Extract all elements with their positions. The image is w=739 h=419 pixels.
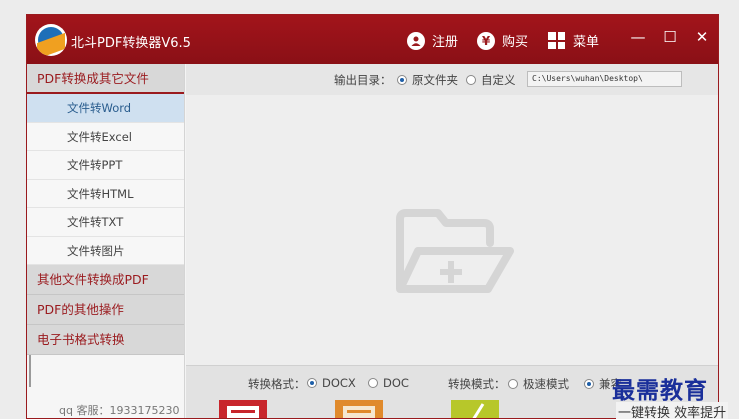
radio-mode-fast[interactable]: 极速模式 — [508, 376, 569, 392]
app-title: 北斗PDF转换器V6.5 — [71, 36, 191, 51]
doc-label: DOC — [383, 376, 409, 390]
app-window: 北斗PDF转换器V6.5 注册 ¥ 购买 菜单 — ☐ ✕ PDF转换成其它文件… — [26, 14, 719, 419]
maximize-button[interactable]: ☐ — [661, 28, 679, 46]
menu-button[interactable]: 菜单 — [548, 31, 599, 50]
fast-mode-label: 极速模式 — [523, 377, 569, 391]
user-icon — [407, 31, 425, 50]
output-path-field[interactable]: C:\Users\wuhan\Desktop\ — [527, 71, 682, 87]
menu-label: 菜单 — [573, 35, 600, 50]
category-pdf-to-other[interactable]: PDF转换成其它文件 — [27, 64, 184, 94]
radio-source-label: 原文件夹 — [412, 73, 458, 87]
close-button[interactable]: ✕ — [693, 28, 711, 46]
qq-support-text: qq 客服：1933175230 — [59, 404, 180, 417]
output-directory-bar: 输出目录： 原文件夹 自定义 C:\Users\wuhan\Desktop\ — [186, 64, 718, 95]
sidebar-item-to-image[interactable]: 文件转图片 — [27, 236, 184, 265]
main-panel: 输出目录： 原文件夹 自定义 C:\Users\wuhan\Desktop\ 转… — [186, 64, 718, 419]
minimize-button[interactable]: — — [629, 28, 647, 46]
add-folder-icon — [396, 209, 514, 293]
sidebar-item-to-word[interactable]: 文件转Word — [27, 94, 184, 123]
radio-custom-folder[interactable]: 自定义 — [466, 72, 516, 88]
sidebar-spacer — [29, 355, 184, 387]
watermark-text: 最需教育 — [612, 377, 708, 404]
radio-unselected-icon — [508, 379, 518, 389]
category-ebook-convert[interactable]: 电子书格式转换 — [27, 325, 184, 355]
radio-selected-icon — [307, 378, 317, 388]
docx-label: DOCX — [322, 376, 356, 390]
sidebar-item-to-ppt[interactable]: 文件转PPT — [27, 151, 184, 180]
edit-file-icon[interactable] — [451, 400, 499, 419]
format-label: 转换格式： — [248, 377, 306, 391]
radio-unselected-icon — [466, 75, 476, 85]
sidebar: PDF转换成其它文件 文件转Word 文件转Excel 文件转PPT 文件转HT… — [27, 64, 185, 418]
sidebar-item-to-html[interactable]: 文件转HTML — [27, 179, 184, 208]
radio-selected-icon — [584, 379, 594, 389]
buy-label: 购买 — [502, 35, 529, 50]
buy-button[interactable]: ¥ 购买 — [477, 31, 528, 50]
mode-label: 转换模式： — [448, 377, 506, 391]
category-pdf-operations[interactable]: PDF的其他操作 — [27, 295, 184, 325]
category-other-to-pdf[interactable]: 其他文件转换成PDF — [27, 265, 184, 295]
yen-icon: ¥ — [477, 31, 495, 50]
radio-custom-label: 自定义 — [481, 73, 516, 87]
slogan-text: 一键转换 效率提升 — [616, 402, 729, 419]
radio-format-docx[interactable]: DOCX — [307, 376, 356, 390]
radio-unselected-icon — [368, 378, 378, 388]
register-label: 注册 — [432, 35, 459, 50]
output-dir-label: 输出目录： — [334, 73, 392, 87]
pdf-file-icon[interactable] — [219, 400, 267, 419]
app-logo-icon — [35, 24, 67, 56]
sidebar-item-to-excel[interactable]: 文件转Excel — [27, 122, 184, 151]
grid-menu-icon — [548, 32, 565, 49]
title-bar[interactable]: 北斗PDF转换器V6.5 注册 ¥ 购买 菜单 — ☐ ✕ — [27, 15, 718, 64]
register-button[interactable]: 注册 — [407, 31, 458, 50]
sidebar-item-to-txt[interactable]: 文件转TXT — [27, 208, 184, 237]
radio-source-folder[interactable]: 原文件夹 — [397, 72, 458, 88]
file-drop-area[interactable] — [186, 95, 718, 365]
document-file-icon[interactable] — [335, 400, 383, 419]
radio-selected-icon — [397, 75, 407, 85]
radio-format-doc[interactable]: DOC — [368, 376, 409, 390]
